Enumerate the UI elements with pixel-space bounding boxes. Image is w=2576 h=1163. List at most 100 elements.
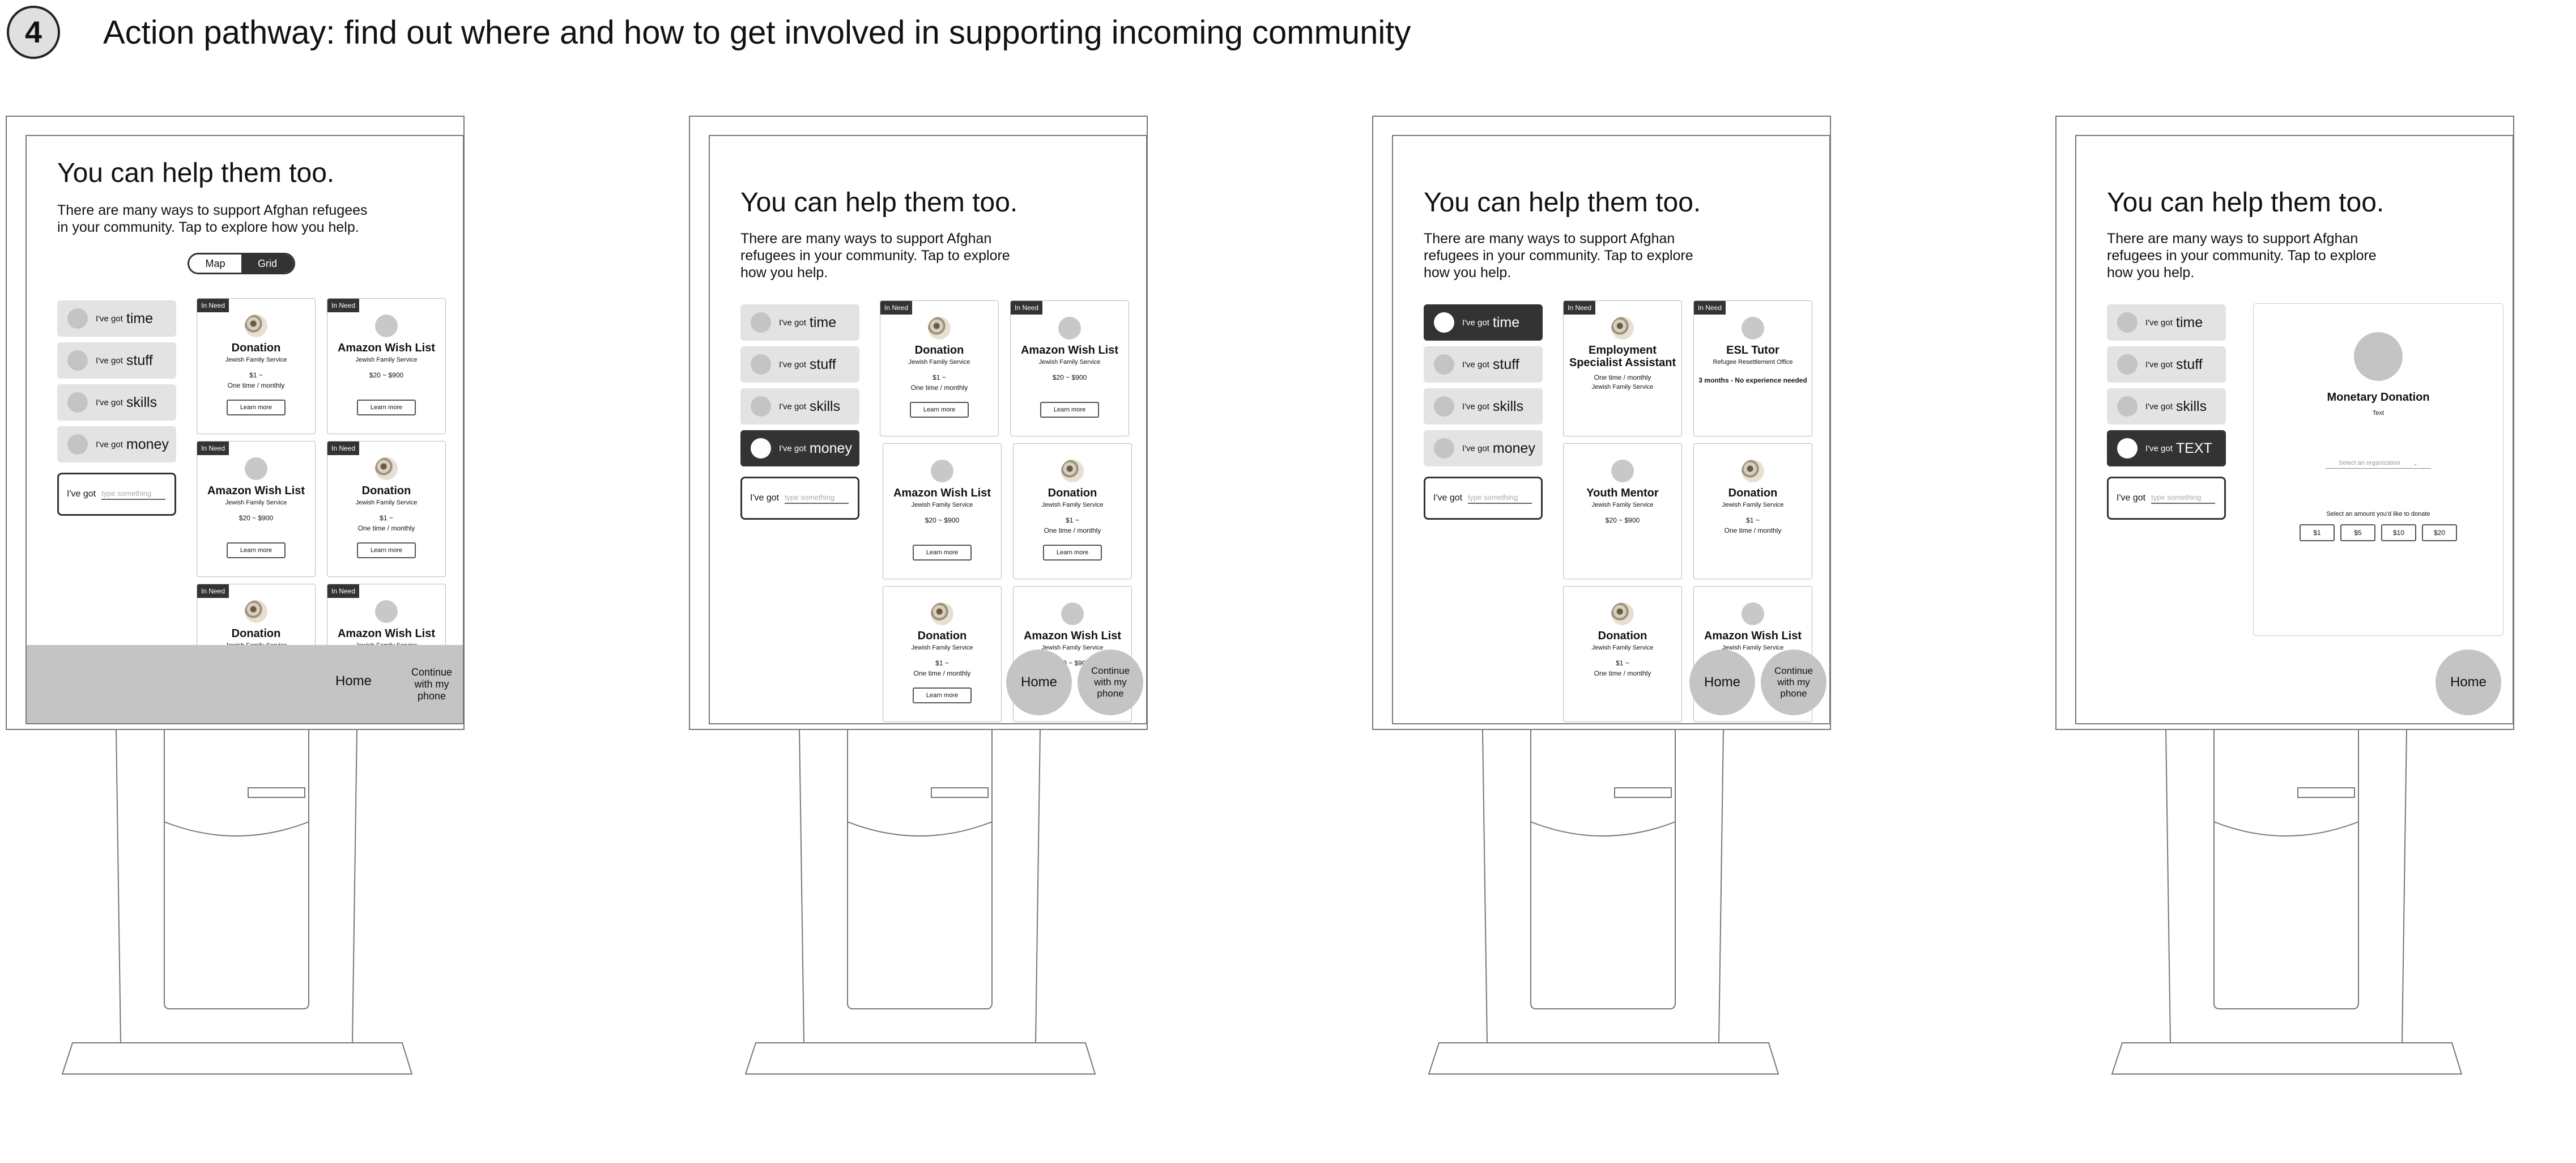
- card-org: Jewish Family Service: [1591, 384, 1654, 391]
- nav-item-money[interactable]: I've got money: [1424, 430, 1543, 466]
- custom-offer-input[interactable]: I've got type something: [740, 477, 859, 520]
- nav-item-time[interactable]: I've got time: [57, 300, 176, 337]
- home-button[interactable]: Home: [1006, 650, 1072, 715]
- org-placeholder-icon: [1058, 317, 1081, 339]
- nav-item-stuff[interactable]: I've got stuff: [57, 342, 176, 379]
- card-org: Jewish Family Service: [355, 499, 418, 506]
- nav-item-skills[interactable]: I've got skills: [2107, 388, 2226, 425]
- org-photo-icon: [931, 602, 953, 625]
- input-placeholder[interactable]: type something: [1468, 493, 1532, 504]
- opportunity-card[interactable]: Youth Mentor Jewish Family Service $20 ~…: [1563, 443, 1682, 579]
- org-photo-icon: [1611, 602, 1634, 625]
- nav-item-money[interactable]: I've got money: [57, 426, 176, 462]
- nav-icon: [751, 396, 771, 417]
- organization-select[interactable]: Select an organization ⌄: [2326, 460, 2431, 469]
- in-need-tag: In Need: [197, 299, 229, 312]
- opportunity-card[interactable]: Donation Jewish Family Service $1 ~ One …: [1563, 586, 1682, 722]
- continue-on-phone-button[interactable]: Continue with my phone: [406, 667, 457, 702]
- nav-prefix: I've got: [2145, 317, 2173, 328]
- nav-item-stuff[interactable]: I've got stuff: [1424, 346, 1543, 383]
- learn-more-button[interactable]: Learn more: [357, 400, 416, 415]
- nav-item-time[interactable]: I've got time: [740, 304, 859, 341]
- toggle-grid[interactable]: Grid: [241, 254, 293, 273]
- continue-on-phone-button[interactable]: Continue with my phone: [1078, 650, 1143, 715]
- opportunity-card[interactable]: In Need Amazon Wish List Jewish Family S…: [197, 441, 316, 577]
- nav-item-skills[interactable]: I've got skills: [57, 384, 176, 421]
- opportunity-card[interactable]: In Need Amazon Wish List Jewish Family S…: [1010, 300, 1129, 436]
- amount-option[interactable]: $1: [2300, 524, 2335, 541]
- home-button[interactable]: Home: [335, 673, 372, 689]
- nav-label: stuff: [809, 356, 836, 372]
- amount-option[interactable]: $20: [2422, 524, 2457, 541]
- kiosk-1: You can help them too. There are many wa…: [6, 113, 516, 1088]
- nav-item-stuff[interactable]: I've got stuff: [2107, 346, 2226, 383]
- nav-item-time[interactable]: I've got time: [2107, 304, 2226, 341]
- nav-item-time[interactable]: I've got time: [1424, 304, 1543, 341]
- amount-option[interactable]: $10: [2381, 524, 2416, 541]
- custom-offer-input[interactable]: I've got type something: [2107, 477, 2226, 520]
- nav-item-stuff[interactable]: I've got stuff: [740, 346, 859, 383]
- toggle-map[interactable]: Map: [189, 254, 241, 273]
- card-amount: $20 ~ $900: [239, 514, 274, 522]
- nav-prefix: I've got: [96, 397, 123, 408]
- opportunity-card[interactable]: Donation Jewish Family Service $1 ~ One …: [1013, 443, 1132, 579]
- card-org: Jewish Family Service: [1038, 359, 1101, 366]
- org-photo-icon: [245, 600, 267, 623]
- amount-option[interactable]: $5: [2340, 524, 2375, 541]
- nav-item-skills[interactable]: I've got skills: [740, 388, 859, 425]
- learn-more-button[interactable]: Learn more: [1043, 545, 1102, 561]
- opportunity-card[interactable]: In Need Donation Jewish Family Service $…: [327, 441, 446, 577]
- card-title: Amazon Wish List: [337, 342, 436, 354]
- nav-item-skills[interactable]: I've got skills: [1424, 388, 1543, 425]
- org-photo-icon: [245, 315, 267, 337]
- card-title: Youth Mentor: [1586, 487, 1659, 499]
- card-org: Jewish Family Service: [225, 356, 287, 363]
- in-need-tag: In Need: [197, 584, 229, 598]
- card-title: Employment Specialist Assistant: [1569, 344, 1676, 369]
- category-nav: I've got time I've got stuff I've got skill…: [57, 300, 176, 516]
- learn-more-button[interactable]: Learn more: [1040, 402, 1099, 418]
- home-button[interactable]: Home: [2436, 650, 2501, 715]
- map-grid-toggle[interactable]: Map Grid: [188, 253, 295, 274]
- screen-subtitle: There are many ways to support Afghan re…: [2107, 231, 2377, 281]
- nav-item-text[interactable]: I've got TEXT: [2107, 430, 2226, 466]
- donation-avatar-icon: [2354, 332, 2403, 381]
- learn-more-button[interactable]: Learn more: [357, 542, 416, 558]
- opportunity-card[interactable]: In Need ESL Tutor Refugee Resettlement O…: [1693, 300, 1812, 436]
- nav-prefix: I've got: [1462, 401, 1489, 411]
- in-need-tag: In Need: [880, 301, 913, 315]
- learn-more-button[interactable]: Learn more: [913, 687, 972, 703]
- opportunity-card[interactable]: Donation Jewish Family Service $1 ~ One …: [883, 586, 1002, 722]
- learn-more-button[interactable]: Learn more: [227, 400, 286, 415]
- learn-more-button[interactable]: Learn more: [910, 402, 969, 418]
- home-button[interactable]: Home: [1689, 650, 1755, 715]
- org-placeholder-icon: [375, 315, 398, 337]
- continue-on-phone-button[interactable]: Continue with my phone: [1761, 650, 1826, 715]
- custom-offer-input[interactable]: I've got type something: [57, 473, 176, 516]
- custom-offer-input[interactable]: I've got type something: [1424, 477, 1543, 520]
- input-placeholder[interactable]: type something: [101, 489, 165, 500]
- org-photo-icon: [1061, 460, 1084, 482]
- card-title: Amazon Wish List: [1023, 630, 1122, 642]
- learn-more-button[interactable]: Learn more: [913, 545, 972, 561]
- opportunity-card[interactable]: Donation Jewish Family Service $1 ~ One …: [1693, 443, 1812, 579]
- nav-prefix: I've got: [779, 317, 806, 328]
- nav-item-money[interactable]: I've got money: [740, 430, 859, 466]
- opportunity-card[interactable]: Amazon Wish List Jewish Family Service $…: [883, 443, 1002, 579]
- opportunity-card[interactable]: In Need Donation Jewish Family Service $…: [880, 300, 999, 436]
- kiosk-2: You can help them too. There are many wa…: [689, 113, 1199, 1088]
- nav-prefix: I've got: [96, 355, 123, 366]
- learn-more-button[interactable]: Learn more: [227, 542, 286, 558]
- input-placeholder[interactable]: type something: [2151, 493, 2215, 504]
- opportunity-card[interactable]: In Need Donation Jewish Family Service $…: [197, 298, 316, 434]
- opportunity-card[interactable]: In Need Employment Specialist Assistant …: [1563, 300, 1682, 436]
- card-frequency: One time / monthly: [910, 384, 968, 392]
- bottom-action-bar: Home Continue with my phone: [27, 645, 463, 723]
- card-title: Donation: [1048, 487, 1097, 499]
- card-amount: $1 ~: [933, 373, 946, 381]
- nav-icon: [751, 354, 771, 375]
- input-placeholder[interactable]: type something: [785, 493, 849, 504]
- opportunity-card[interactable]: In Need Amazon Wish List Jewish Family S…: [327, 298, 446, 434]
- org-placeholder-icon: [1742, 602, 1764, 625]
- org-placeholder-icon: [245, 457, 267, 480]
